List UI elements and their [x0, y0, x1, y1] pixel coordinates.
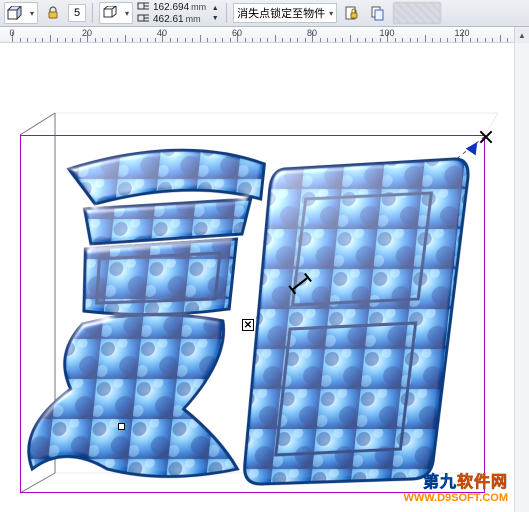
extrude-icon [5, 4, 27, 22]
watermark: 第九软件网 WWW.D9SOFT.COM [404, 468, 509, 504]
page-lock-button[interactable] [341, 2, 363, 24]
vertical-scroll-up[interactable]: ▲ [514, 27, 529, 43]
horizontal-ruler[interactable]: 020406080100120140160 [0, 27, 529, 43]
extrude-center-handle[interactable]: ✕ [242, 319, 254, 331]
watermark-accent: 软件网 [457, 474, 508, 491]
extrude-type-dropdown[interactable]: ▾ [99, 2, 133, 24]
selection-box[interactable] [20, 135, 485, 493]
dropdown-caret-icon: ▾ [329, 9, 333, 18]
ruler-tick-label: 0 [9, 28, 14, 38]
coord-unit: mm [186, 14, 201, 25]
coord-spinners[interactable]: ▲ ▼ [210, 2, 220, 24]
watermark-main: 第九 [423, 474, 457, 491]
extrude-type-icon [100, 4, 122, 22]
coord-y-icon [137, 14, 151, 25]
ruler-tick-label: 60 [232, 28, 242, 38]
vanishing-point-coords: 162.694 mm 462.61 mm [137, 1, 206, 25]
coord-x-value[interactable]: 162.694 [153, 2, 189, 13]
coord-x-icon [137, 2, 151, 13]
vertical-scrollbar[interactable] [514, 43, 529, 512]
coord-y-value[interactable]: 462.61 [153, 14, 184, 25]
dropdown-caret-icon: ▾ [122, 4, 132, 22]
property-bar: ▾ ▾ 162.694 mm 462.61 mm [0, 0, 529, 27]
drawing-canvas[interactable]: ✕ 第九软件网 WWW.D9SOFT.COM [0, 43, 514, 512]
lock-button[interactable] [42, 2, 64, 24]
ruler-tick-label: 100 [379, 28, 394, 38]
separator [226, 3, 227, 23]
ruler-tick-label: 40 [157, 28, 167, 38]
node-handle[interactable] [118, 423, 125, 430]
vanishing-lock-select[interactable]: 消失点锁定至物件 ▾ [233, 3, 337, 23]
spinner-down-icon[interactable]: ▼ [210, 13, 220, 23]
ruler-tick-label: 20 [82, 28, 92, 38]
extrude-preset-dropdown[interactable]: ▾ [4, 2, 38, 24]
vanishing-lock-label: 消失点锁定至物件 [237, 5, 325, 21]
spinner-up-icon[interactable]: ▲ [210, 3, 220, 13]
copy-properties-button[interactable] [367, 2, 389, 24]
preset-index-input[interactable] [68, 4, 86, 22]
separator [92, 3, 93, 23]
coord-unit: mm [191, 2, 206, 13]
watermark-url: WWW.D9SOFT.COM [404, 492, 509, 504]
ruler-tick-label: 80 [307, 28, 317, 38]
dropdown-caret-icon: ▾ [27, 4, 37, 22]
ruler-tick-label: 120 [454, 28, 469, 38]
obscured-toolbar-controls [393, 2, 441, 24]
